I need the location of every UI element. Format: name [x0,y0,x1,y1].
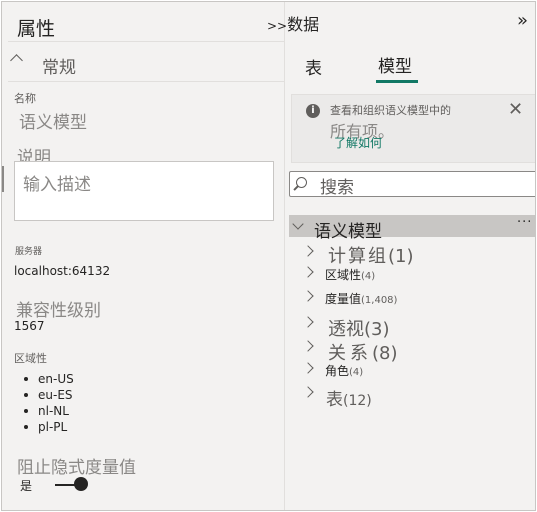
node-label: 角色 [325,364,350,378]
description-input[interactable]: 输入描述 [14,161,274,221]
list-item: en-US [24,371,74,387]
data-pane-title: >>数据 [267,11,319,35]
info-text-line1: 查看和组织语义模型中的 [330,104,451,117]
node-count: (8) [372,343,398,364]
tree-root-label[interactable]: 语义模型 [314,217,382,242]
compat-level-value: 1567 [14,319,45,333]
search-icon [296,177,307,188]
properties-title: 属性 [17,18,56,40]
chevron-right-icon[interactable] [302,340,314,352]
divider [8,81,284,82]
general-section-label[interactable]: 常规 [42,53,76,78]
search-placeholder: 搜索 [320,178,354,198]
node-label: 计算组 [328,246,388,267]
discourage-implicit-value: 是 [20,479,33,493]
node-count: (1) [388,246,414,267]
list-item: nl-NL [24,403,74,419]
chevron-right-icon[interactable] [302,245,314,257]
tree-node-calc-groups[interactable]: 计算组(1) [328,242,414,268]
chevron-right-icon[interactable] [302,316,314,328]
node-count: (12) [343,393,372,409]
data-pane-title-text: 数据 [287,15,320,34]
tab-model[interactable]: 模型 [378,52,412,77]
tree-node-roles[interactable]: 角色(4) [325,362,363,379]
compat-level-label: 兼容性级别 [16,301,101,321]
focus-marker [2,166,4,192]
data-pane: >>数据 » 表 模型 i 查看和组织语义模型中的 所有项。 了解如何 ✕ 搜索… [267,2,535,510]
tree-node-cultures[interactable]: 区域性(4) [325,266,375,283]
tree-node-tables[interactable]: 表(12) [326,385,372,410]
info-icon: i [306,104,320,118]
learn-how-link[interactable]: 了解如何 [334,134,382,151]
active-tab-indicator [376,80,418,83]
node-label: 表 [326,390,343,410]
properties-pane: 属性 常规 名称 语义模型 说明 输入描述 服务器 localhost:6413… [2,2,285,510]
node-count: (4) [361,271,376,282]
cultures-label: 区域性 [14,352,47,365]
server-label: 服务器 [15,247,43,257]
tree-node-perspectives[interactable]: 透视(3) [328,315,390,341]
list-item: pl-PL [24,419,74,435]
cultures-list: en-US eu-ES nl-NL pl-PL [24,371,74,435]
chevron-right-icon[interactable] [302,290,314,302]
more-options-icon[interactable]: ··· [517,215,532,230]
expand-icon[interactable]: >> [267,19,287,33]
node-label: 区域性 [325,268,362,282]
list-item: eu-ES [24,387,74,403]
tree-node-measures[interactable]: 度量值(1,408) [325,290,397,307]
node-count: (1,408) [361,295,398,306]
toggle-switch[interactable] [74,477,88,491]
info-banner: i 查看和组织语义模型中的 所有项。 了解如何 ✕ [291,94,535,163]
description-placeholder: 输入描述 [23,175,91,195]
tab-tables[interactable]: 表 [305,54,322,79]
chevron-right-icon[interactable] [302,362,314,374]
server-value: localhost:64132 [14,264,111,278]
chevron-right-icon[interactable] [302,266,314,278]
search-input[interactable]: 搜索 [289,171,535,198]
node-label: 透视 [328,319,364,340]
node-label: 度量值 [325,292,362,306]
node-count: (3) [364,319,390,340]
collapse-icon[interactable]: » [517,10,528,31]
chevron-right-icon[interactable] [302,386,314,398]
node-label: 关系 [328,343,372,364]
window-frame: 属性 常规 名称 语义模型 说明 输入描述 服务器 localhost:6413… [1,1,536,511]
discourage-implicit-label: 阻止隐式度量值 [17,458,136,478]
close-icon[interactable]: ✕ [508,99,523,120]
node-count: (4) [349,367,364,378]
name-label: 名称 [14,92,36,105]
name-field[interactable]: 语义模型 [19,108,87,133]
